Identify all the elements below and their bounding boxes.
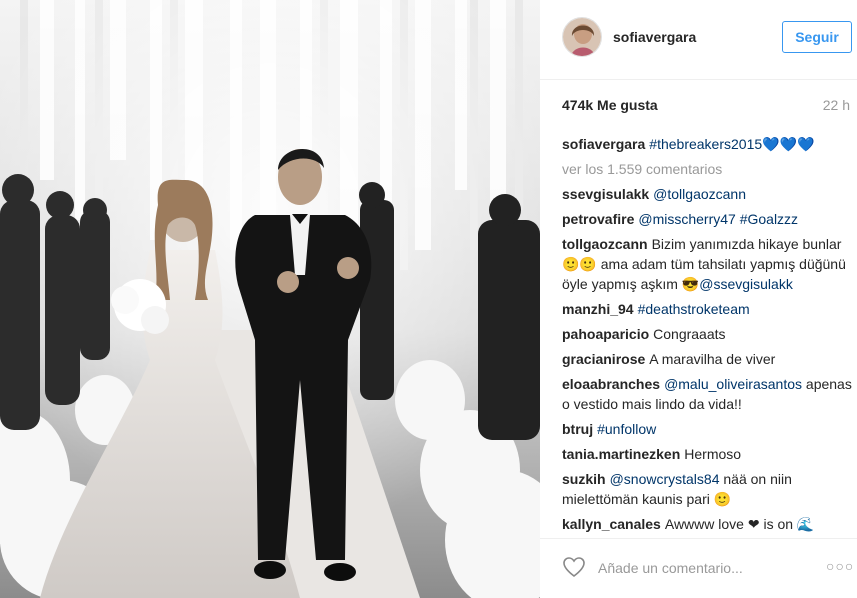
comment-mention[interactable]: @snowcrystals84 — [610, 471, 720, 487]
avatar-image — [563, 18, 601, 56]
comment-rows: ssevgisulakk @tollgaozcann petrovafire @mis… — [562, 184, 854, 534]
post-timestamp[interactable]: 22 h — [823, 97, 850, 113]
add-comment-bar: ○○○ — [540, 538, 857, 598]
comment-text: Congraaats — [653, 326, 726, 342]
comment-item: manzhi_94 #deathstroketeam — [562, 299, 854, 319]
comment-item: eloaabranches @malu_oliveirasantos apenas… — [562, 374, 854, 414]
comment-username[interactable]: suzkih — [562, 471, 606, 487]
comment-username[interactable]: tania.martinezken — [562, 446, 680, 462]
comment-item: gracianirose A maravilha de viver — [562, 349, 854, 369]
comment-mention[interactable]: #Goalzzz — [740, 211, 798, 227]
comment-item: petrovafire @misscherry47 #Goalzzz — [562, 209, 854, 229]
comment-username[interactable]: eloaabranches — [562, 376, 660, 392]
comment-mention[interactable]: #deathstroketeam — [638, 301, 750, 317]
likes-count[interactable]: 474k Me gusta — [562, 97, 658, 113]
comment-mention[interactable]: @malu_oliveirasantos — [664, 376, 802, 392]
caption-username[interactable]: sofiavergara — [562, 136, 645, 152]
post-photo[interactable] — [0, 0, 540, 598]
comment-item: tania.martinezken Hermoso — [562, 444, 854, 464]
comment-item: suzkih @snowcrystals84 nää on niin mielet… — [562, 469, 854, 509]
instagram-post: sofiavergara Seguir 474k Me gusta 22 h s… — [0, 0, 857, 598]
comments-list: sofiavergara #thebreakers2015💙💙💙 ver los … — [562, 134, 854, 538]
comment-item: tollgaozcann Bizim yanımızda hikaye bunla… — [562, 234, 854, 294]
comment-mention[interactable]: @tollgaozcann — [653, 186, 746, 202]
comment-username[interactable]: pahoaparicio — [562, 326, 649, 342]
comment-item: ssevgisulakk @tollgaozcann — [562, 184, 854, 204]
comment-item: kallyn_canales Awwww love ❤ is on 🌊 — [562, 514, 854, 534]
comment-username[interactable]: ssevgisulakk — [562, 186, 649, 202]
add-comment-input[interactable] — [598, 557, 808, 579]
post-header: sofiavergara Seguir — [540, 0, 857, 80]
comment-item: btruj #unfollow — [562, 419, 854, 439]
comment-username[interactable]: manzhi_94 — [562, 301, 634, 317]
comment-username[interactable]: btruj — [562, 421, 593, 437]
comment-mention[interactable]: #unfollow — [597, 421, 656, 437]
caption-hearts: 💙💙💙 — [762, 136, 815, 152]
more-options-button[interactable]: ○○○ — [826, 558, 855, 578]
follow-button[interactable]: Seguir — [782, 21, 852, 53]
wedding-photo — [0, 0, 540, 598]
comment-username[interactable]: tollgaozcann — [562, 236, 648, 252]
comment-text: Awwww love ❤ is on 🌊 — [664, 516, 815, 532]
heart-outline-icon — [563, 557, 585, 578]
avatar[interactable] — [562, 17, 602, 57]
comment-text: Hermoso — [684, 446, 742, 462]
comment-username[interactable]: kallyn_canales — [562, 516, 661, 532]
more-dots-icon: ○○○ — [826, 558, 855, 574]
caption: sofiavergara #thebreakers2015💙💙💙 — [562, 134, 854, 154]
comment-mention[interactable]: @ssevgisulakk — [699, 276, 793, 292]
comment-text: A maravilha de viver — [649, 351, 776, 367]
view-all-comments-link[interactable]: ver los 1.559 comentarios — [562, 159, 854, 179]
caption-hashtag[interactable]: #thebreakers2015 — [649, 136, 762, 152]
post-sidebar: sofiavergara Seguir 474k Me gusta 22 h s… — [540, 0, 857, 598]
comment-username[interactable]: gracianirose — [562, 351, 645, 367]
post-author-username[interactable]: sofiavergara — [613, 29, 696, 45]
comment-mention[interactable]: @misscherry47 — [638, 211, 735, 227]
comment-item: pahoaparicio Congraaats — [562, 324, 854, 344]
like-button[interactable] — [562, 556, 588, 580]
comment-username[interactable]: petrovafire — [562, 211, 634, 227]
